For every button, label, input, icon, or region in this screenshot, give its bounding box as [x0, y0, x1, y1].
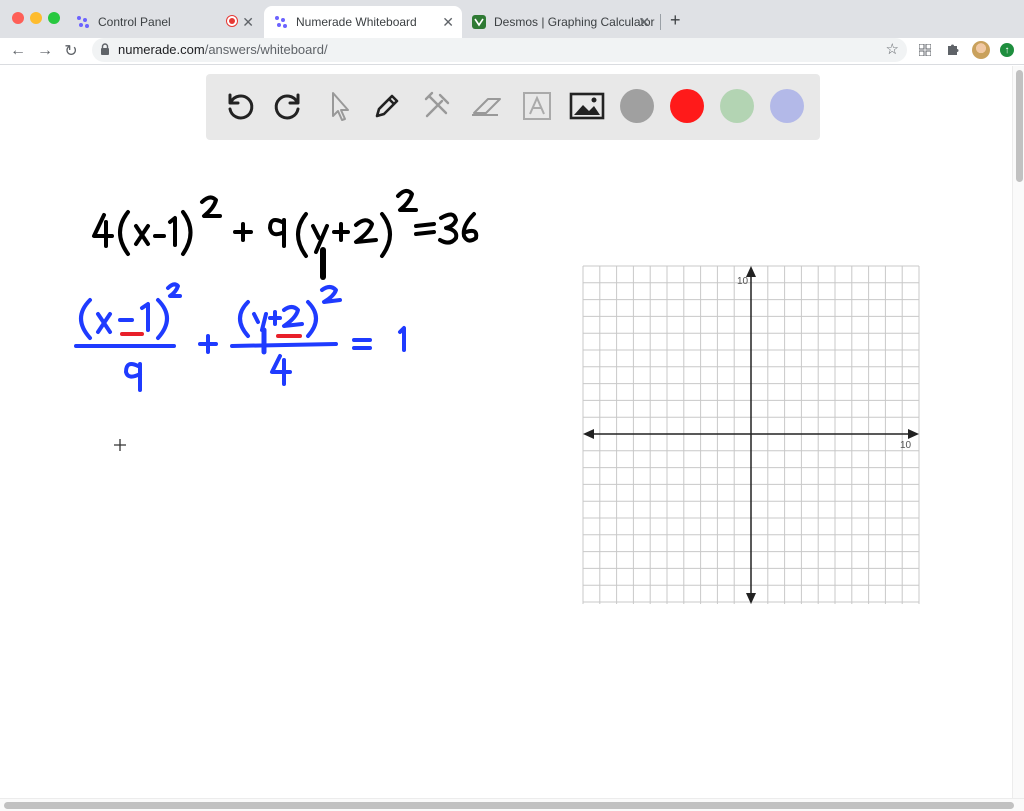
vertical-scroll-thumb[interactable] — [1016, 70, 1023, 182]
minimize-window-button[interactable] — [30, 12, 42, 24]
crosshair-cursor-icon — [114, 439, 126, 451]
star-icon[interactable]: ☆ — [886, 40, 899, 58]
x-axis-max-label: 10 — [900, 440, 912, 451]
tab-numerade-whiteboard[interactable]: Numerade Whiteboard ✕ — [264, 6, 462, 38]
forward-button[interactable]: → — [34, 40, 56, 62]
address-bar[interactable]: numerade.com/answers/whiteboard/ ☆ — [92, 38, 907, 62]
tab-control-panel[interactable]: Control Panel ✕ — [66, 6, 262, 38]
maximize-window-button[interactable] — [48, 12, 60, 24]
recording-icon — [226, 15, 238, 27]
vertical-scrollbar[interactable] — [1012, 66, 1024, 798]
extensions-grid-icon[interactable] — [918, 43, 932, 61]
browser-toolbar: ← → ↻ numerade.com/answers/whiteboard/ ☆… — [0, 38, 1024, 65]
handwritten-equation-standard-form — [74, 282, 406, 392]
x-axis-right-arrow — [908, 429, 919, 439]
close-tab-icon[interactable]: ✕ — [442, 14, 454, 31]
horizontal-scrollbar[interactable] — [0, 798, 1024, 811]
tab-title: Desmos | Graphing Calculator — [494, 15, 655, 29]
horizontal-scroll-thumb[interactable] — [4, 802, 1014, 809]
url-host: numerade.com — [118, 42, 205, 57]
red-sign-highlights — [120, 332, 302, 338]
x-axis-left-arrow — [583, 429, 594, 439]
tab-separator — [660, 14, 661, 30]
tab-title: Numerade Whiteboard — [296, 15, 417, 29]
close-tab-icon[interactable]: ✕ — [242, 14, 254, 31]
lock-icon — [100, 43, 110, 61]
handwritten-equation-original — [92, 189, 479, 280]
whiteboard-canvas[interactable]: 10 10 — [0, 66, 1012, 798]
close-window-button[interactable] — [12, 12, 24, 24]
puzzle-icon[interactable] — [946, 42, 960, 59]
update-icon[interactable]: ↑ — [1000, 43, 1014, 57]
tab-desmos[interactable]: Desmos | Graphing Calculator ✕ — [462, 6, 658, 38]
back-button[interactable]: ← — [7, 40, 29, 62]
numerade-logo-icon — [274, 15, 288, 29]
y-axis-max-label: 10 — [737, 276, 749, 287]
url-path: /answers/whiteboard/ — [204, 42, 328, 57]
close-tab-icon[interactable]: ✕ — [638, 14, 650, 31]
desmos-logo-icon — [472, 15, 486, 29]
new-tab-button[interactable]: + — [670, 10, 681, 31]
tab-strip: Control Panel ✕ Numerade Whiteboard ✕ De… — [0, 0, 1024, 38]
reload-button[interactable]: ↻ — [60, 40, 82, 62]
url-text: numerade.com/answers/whiteboard/ — [118, 42, 328, 57]
avatar[interactable] — [972, 41, 990, 59]
numerade-logo-icon — [76, 15, 90, 29]
tab-title: Control Panel — [98, 15, 171, 29]
